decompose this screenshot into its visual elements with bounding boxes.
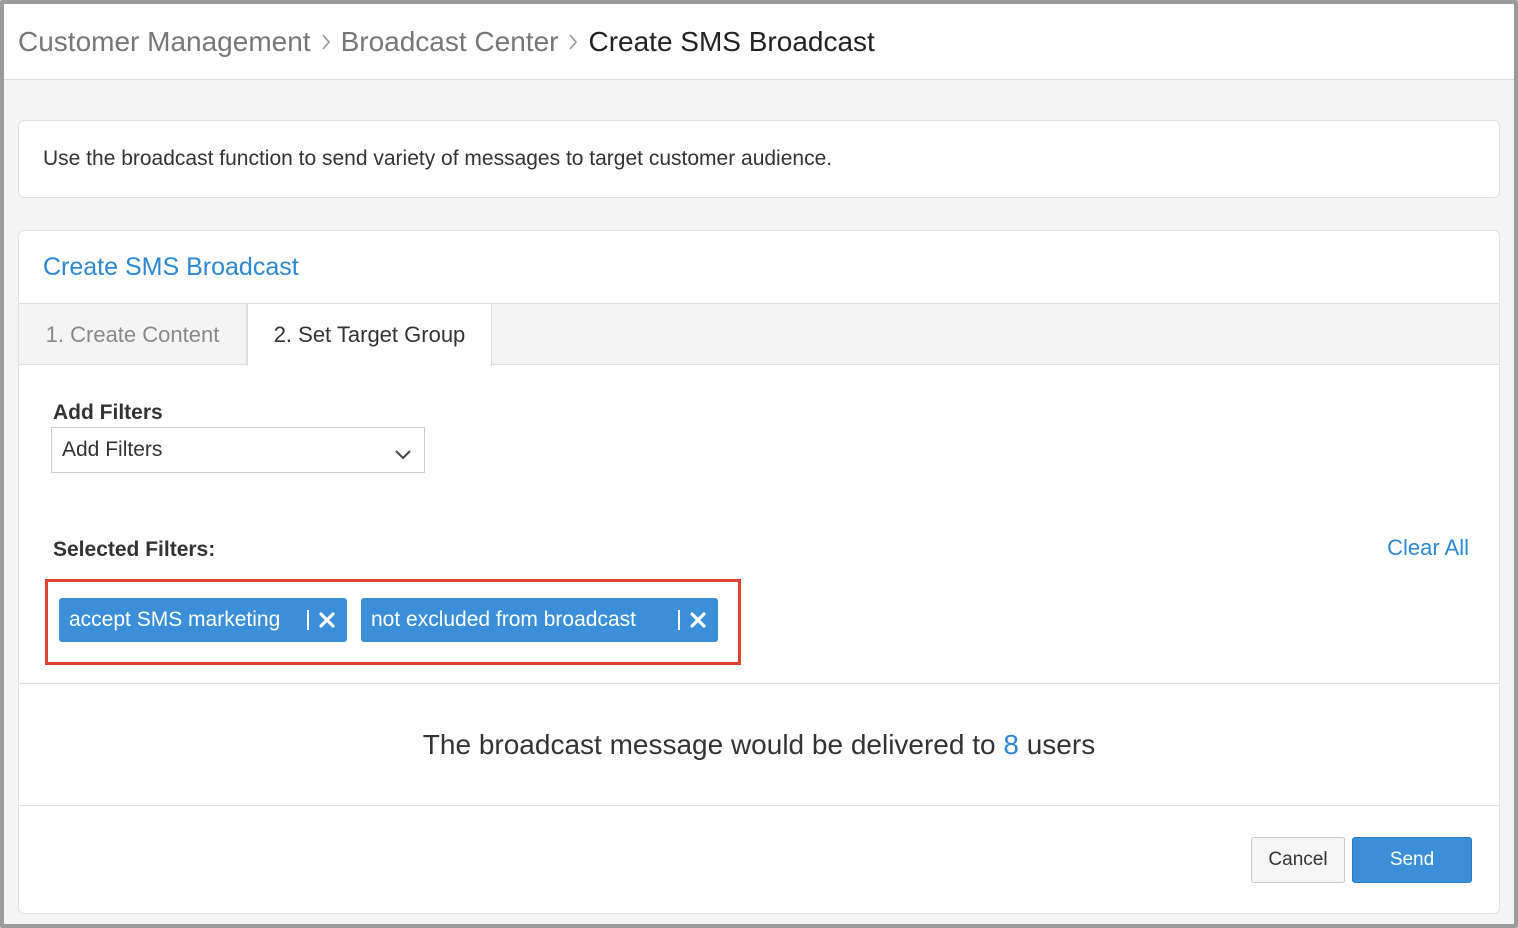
breadcrumb: Customer Management Broadcast Center Cre… [4,4,1514,80]
add-filters-label: Add Filters [53,401,163,424]
filter-chip: not excluded from broadcast [361,598,718,642]
info-panel: Use the broadcast function to send varie… [18,120,1500,198]
app-window: Customer Management Broadcast Center Cre… [0,0,1518,928]
tab-bar: 1. Create Content 2. Set Target Group [19,303,1499,366]
card-title: Create SMS Broadcast [43,253,299,281]
chip-divider [307,610,309,630]
filter-chip-label: not excluded from broadcast [371,608,636,631]
tab-create-content[interactable]: 1. Create Content [19,304,247,365]
close-icon[interactable] [688,610,708,630]
filter-chip: accept SMS marketing [59,598,347,642]
selected-filters-list: accept SMS marketing not excluded from b… [45,579,741,665]
filter-chip-label: accept SMS marketing [69,608,281,631]
chevron-down-icon [394,442,412,466]
breadcrumb-item-broadcast-center[interactable]: Broadcast Center [341,26,559,58]
clear-all-link[interactable]: Clear All [1387,535,1469,561]
broadcast-form-card: Create SMS Broadcast 1. Create Content 2… [18,230,1500,914]
page-title: Create SMS Broadcast [588,25,875,57]
selected-filters-label: Selected Filters: [53,538,216,561]
add-filters-select-value: Add Filters [62,438,163,461]
section-divider [19,805,1499,806]
breadcrumb-item-customer-management[interactable]: Customer Management [18,26,311,58]
chip-divider [678,610,680,630]
delivery-count: 8 [1003,729,1019,760]
delivery-prefix: The broadcast message would be delivered… [422,729,996,760]
cancel-button[interactable]: Cancel [1251,837,1345,883]
tab-set-target-group[interactable]: 2. Set Target Group [247,304,492,366]
delivery-suffix: users [1026,729,1096,760]
close-icon[interactable] [317,610,337,630]
chevron-right-icon [568,33,578,51]
add-filters-select[interactable]: Add Filters [51,427,425,473]
delivery-summary: The broadcast message would be delivered… [19,729,1499,761]
section-divider [19,683,1499,684]
info-text: Use the broadcast function to send varie… [43,147,833,170]
chevron-right-icon [321,33,331,51]
send-button[interactable]: Send [1352,837,1472,883]
